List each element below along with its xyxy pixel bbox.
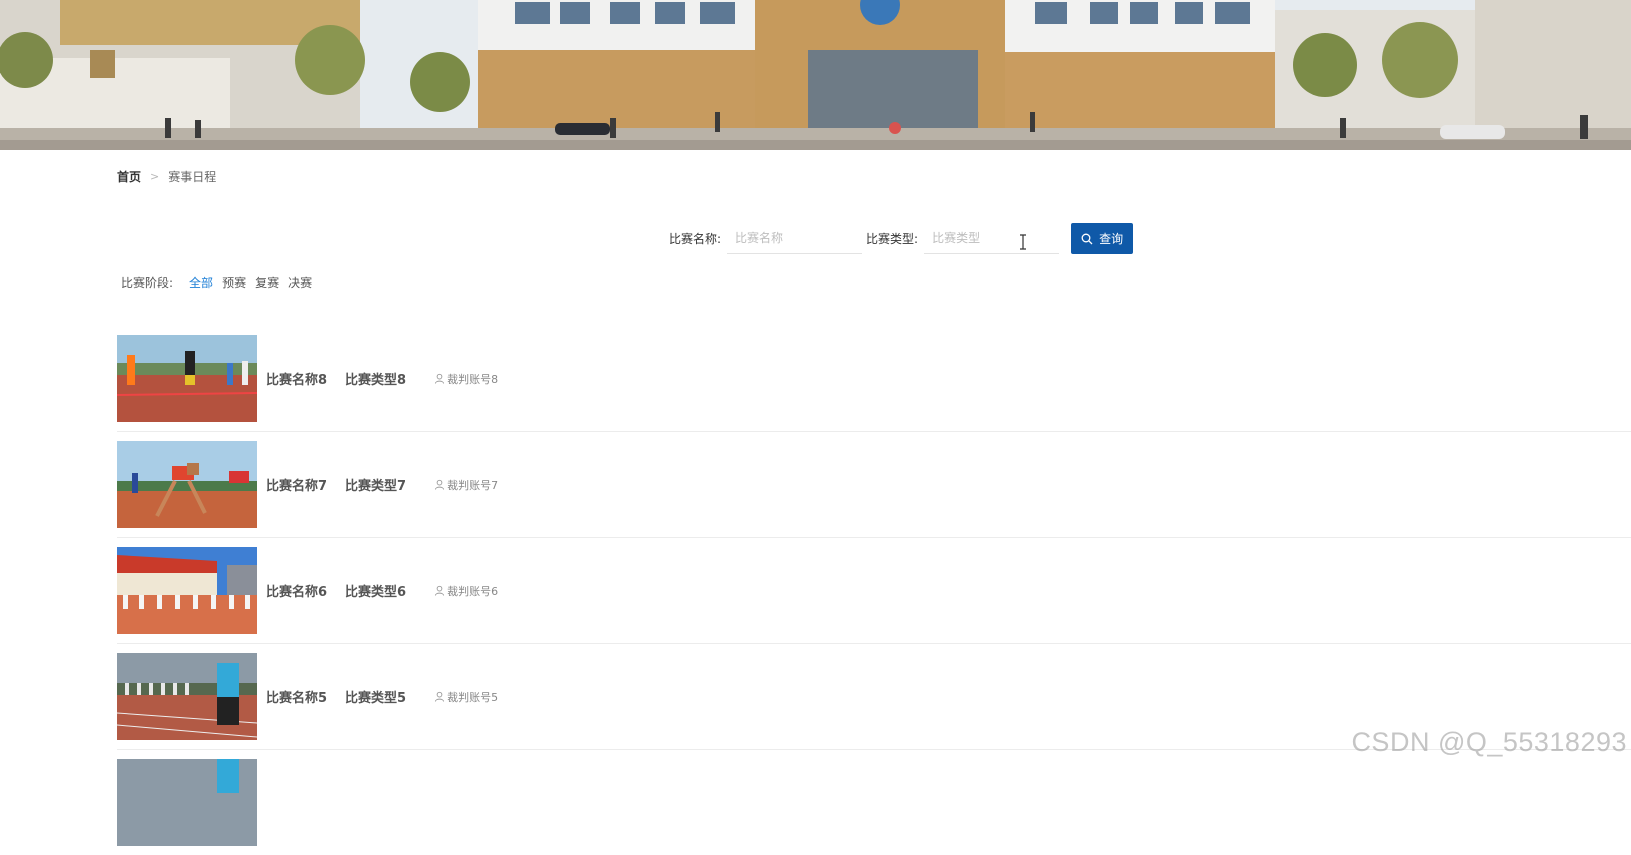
match-type: 比赛类型6 — [345, 585, 407, 600]
match-type: 比赛类型8 — [345, 373, 407, 388]
judge-account: 裁判账号5 — [434, 689, 498, 705]
breadcrumb-home-link[interactable]: 首页 — [117, 168, 141, 185]
match-type: 比赛类型7 — [345, 479, 407, 494]
match-thumbnail[interactable] — [117, 547, 257, 634]
stage-option-final[interactable]: 决赛 — [288, 274, 312, 291]
stage-option-preliminary[interactable]: 预赛 — [222, 274, 246, 291]
text-cursor-icon — [1020, 234, 1026, 250]
judge-account-text: 裁判账号8 — [447, 372, 499, 386]
header-banner-image — [0, 0, 1631, 150]
match-name[interactable]: 比赛名称5 — [266, 687, 327, 706]
user-icon — [435, 479, 445, 490]
list-item[interactable]: 比赛名称7 比赛类型7 裁判账号7 — [117, 432, 1631, 538]
match-thumbnail[interactable] — [117, 335, 257, 422]
stage-option-all[interactable]: 全部 — [189, 274, 213, 291]
judge-account: 裁判账号7 — [434, 477, 498, 493]
search-bar: 比赛名称: 比赛类型: 查询 — [669, 223, 1134, 254]
match-type-input[interactable] — [924, 223, 1060, 254]
user-icon — [435, 691, 445, 702]
judge-account: 裁判账号6 — [434, 583, 498, 599]
match-name[interactable]: 比赛名称7 — [266, 475, 327, 494]
match-list: 比赛名称8 比赛类型8 裁判账号8 比赛名称7 比赛类型7 裁判账号7 比赛名称… — [117, 326, 1631, 855]
stage-filter-label: 比赛阶段: — [121, 276, 174, 290]
judge-account-text: 裁判账号5 — [447, 690, 499, 704]
user-icon — [435, 585, 445, 596]
user-icon — [435, 373, 445, 384]
query-button-label: 查询 — [1099, 232, 1124, 246]
breadcrumb: 首页 > 赛事日程 — [117, 168, 216, 185]
match-name[interactable]: 比赛名称8 — [266, 369, 327, 388]
match-type-label: 比赛类型: — [866, 232, 919, 246]
match-thumbnail[interactable] — [117, 653, 257, 740]
list-item[interactable]: 比赛名称8 比赛类型8 裁判账号8 — [117, 326, 1631, 432]
stage-option-semifinal[interactable]: 复赛 — [255, 274, 279, 291]
match-name-input[interactable] — [727, 223, 863, 254]
match-name[interactable]: 比赛名称6 — [266, 581, 327, 600]
query-button[interactable]: 查询 — [1071, 223, 1134, 254]
match-name-label: 比赛名称: — [669, 232, 722, 246]
breadcrumb-separator: > — [150, 170, 160, 183]
breadcrumb-current: 赛事日程 — [168, 170, 217, 184]
match-thumbnail[interactable] — [117, 441, 257, 528]
judge-account-text: 裁判账号6 — [447, 584, 499, 598]
stage-filter: 比赛阶段: 全部 预赛 复赛 决赛 — [121, 274, 321, 291]
search-icon — [1081, 233, 1093, 244]
watermark-text: CSDN @Q_55318293 — [1351, 727, 1627, 757]
judge-account-text: 裁判账号7 — [447, 478, 499, 492]
match-type: 比赛类型5 — [345, 691, 407, 706]
list-item[interactable]: 比赛名称6 比赛类型6 裁判账号6 — [117, 538, 1631, 644]
judge-account: 裁判账号8 — [434, 371, 498, 387]
match-thumbnail[interactable] — [117, 759, 257, 846]
